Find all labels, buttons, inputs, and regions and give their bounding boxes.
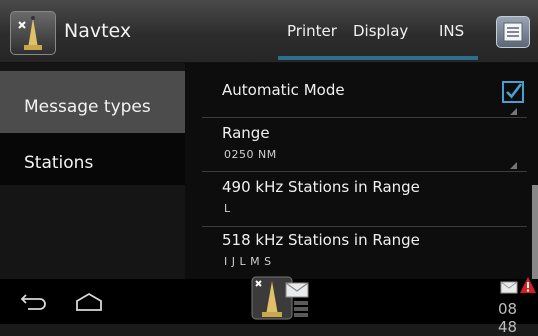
tab-printer[interactable]: Printer <box>287 22 337 40</box>
518khz-stations-row[interactable]: 518 kHz Stations in Range I J L M S <box>202 227 527 279</box>
sidebar-item-stations[interactable]: Stations <box>0 133 185 185</box>
tab-display[interactable]: Display <box>353 22 408 40</box>
tab-printer-underline <box>278 56 346 60</box>
scrollbar[interactable] <box>532 185 538 279</box>
setting-title: Range <box>222 124 270 142</box>
alert-icon <box>519 276 537 298</box>
automatic-mode-checkbox[interactable] <box>502 81 524 103</box>
setting-title: Automatic Mode <box>222 81 345 99</box>
back-icon[interactable] <box>20 291 48 317</box>
sidebar-item-message-types[interactable]: Message types <box>0 71 185 133</box>
home-icon[interactable] <box>74 291 104 317</box>
tab-ins-underline <box>416 56 478 60</box>
setting-value: I J L M S <box>224 255 272 268</box>
setting-title: 490 kHz Stations in Range <box>222 178 420 196</box>
range-row[interactable]: Range 0250 NM <box>202 118 527 172</box>
corner-indicator-icon <box>510 162 517 169</box>
sidebar-item-label: Message types <box>24 97 151 117</box>
setting-value: 0250 NM <box>224 148 277 161</box>
status-time: 08 48 <box>498 300 518 336</box>
automatic-mode-row[interactable]: Automatic Mode <box>202 63 527 118</box>
setting-value: L <box>224 202 231 215</box>
system-navigation-bar <box>0 276 538 324</box>
corner-indicator-icon <box>510 108 517 115</box>
navtex-notification-icon[interactable] <box>250 273 312 327</box>
menu-icon[interactable] <box>496 16 530 48</box>
navtex-antenna-icon[interactable] <box>10 11 56 55</box>
settings-panel: Automatic Mode Range 0250 NM 490 kHz Sta… <box>185 63 538 279</box>
top-bar: Navtex Printer Display INS <box>0 0 538 63</box>
setting-title: 518 kHz Stations in Range <box>222 231 420 249</box>
app-title: Navtex <box>64 20 132 42</box>
sidebar-item-label: Stations <box>24 153 94 173</box>
tab-display-underline <box>346 56 416 60</box>
tab-ins[interactable]: INS <box>439 22 464 40</box>
490khz-stations-row[interactable]: 490 kHz Stations in Range L <box>202 172 527 227</box>
sidebar: Message types Stations <box>0 63 185 279</box>
mail-icon <box>500 279 518 298</box>
